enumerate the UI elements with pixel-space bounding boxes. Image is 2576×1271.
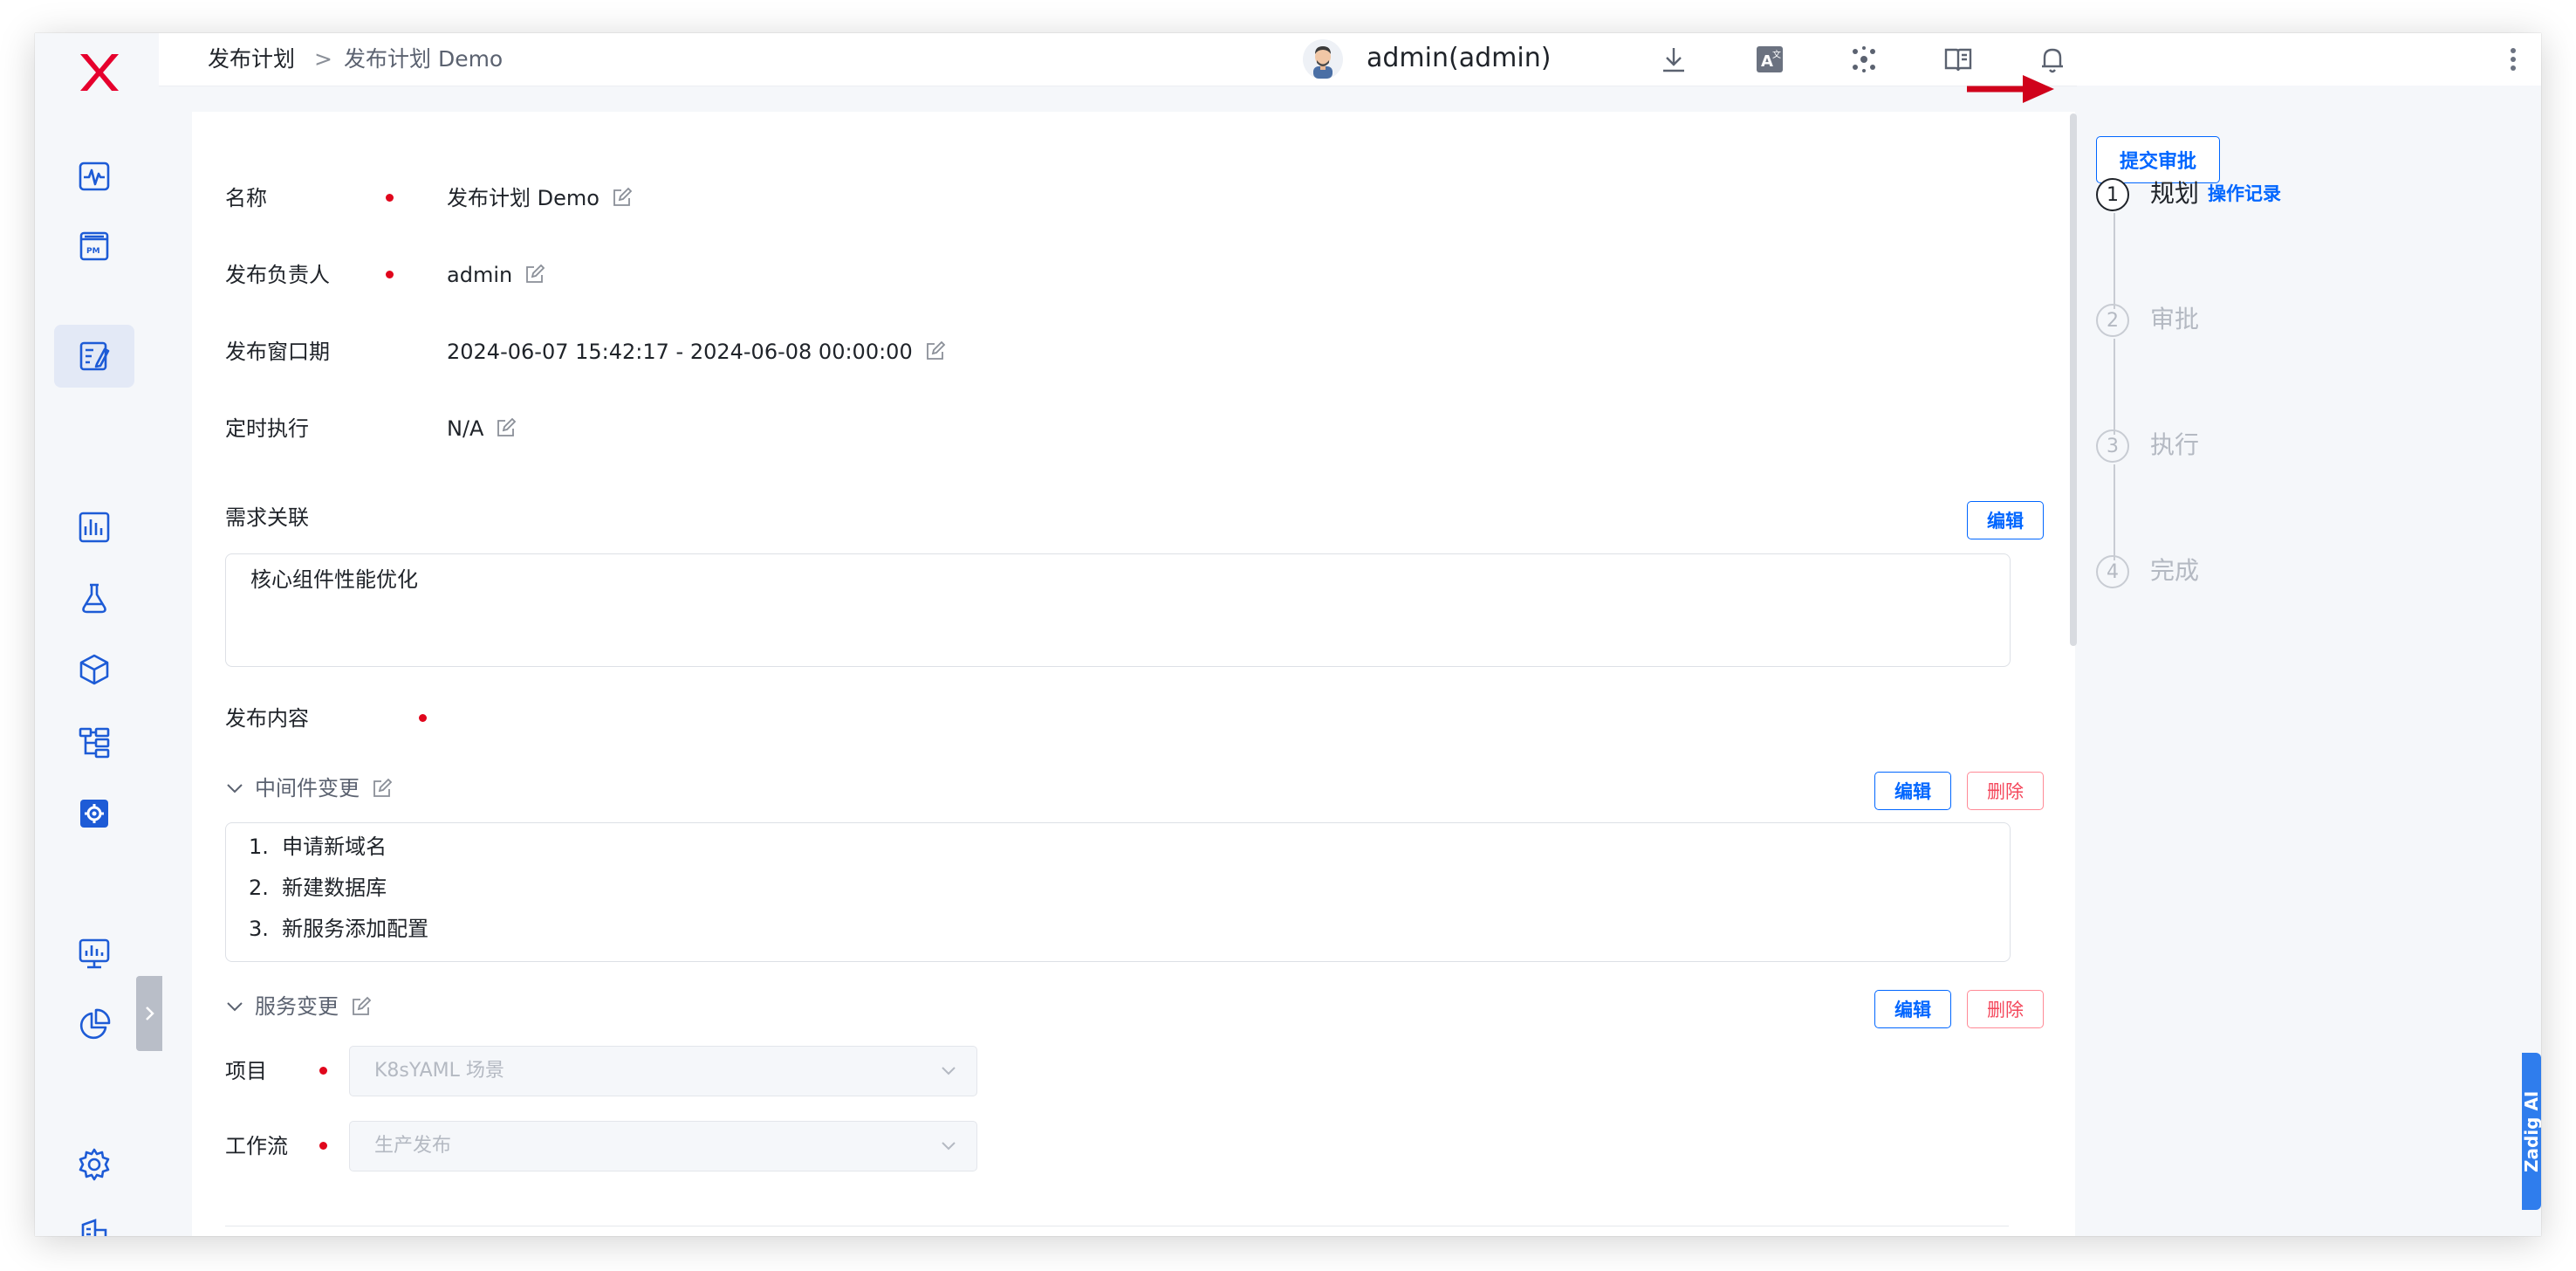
edit-icon[interactable] xyxy=(524,264,545,285)
svg-text:文: 文 xyxy=(1772,49,1781,60)
monitor-chart-icon[interactable] xyxy=(54,922,134,985)
breadcrumb-root[interactable]: 发布计划 xyxy=(208,43,295,76)
sidebar: PM xyxy=(35,33,162,1236)
step-2-label: 审批 xyxy=(2150,305,2200,333)
workflow-label: 工作流 xyxy=(225,1134,288,1158)
operation-log-link[interactable]: 操作记录 xyxy=(2208,176,2281,211)
chevron-right-icon xyxy=(146,1006,154,1020)
dashboard-icon[interactable] xyxy=(54,496,134,559)
edit-icon[interactable] xyxy=(351,996,372,1017)
annotation-arrow-icon xyxy=(1967,75,2054,103)
middleware-section-header[interactable]: 中间件变更 xyxy=(225,773,393,803)
release-content-label: 发布内容 xyxy=(225,706,309,731)
edit-icon[interactable] xyxy=(612,187,633,208)
user-name[interactable]: admin(admin) xyxy=(1367,41,1551,76)
release-plan-card: 名称 发布计划 Demo 发布负责人 admin 发布窗口期 2024-06-0… xyxy=(192,112,2075,1236)
list-item: 2. 新建数据库 xyxy=(249,876,387,900)
release-window-field[interactable]: 2024-06-07 15:42:17 - 2024-06-08 00:00:0… xyxy=(447,337,946,367)
middleware-edit-button[interactable]: 编辑 xyxy=(1874,772,1951,810)
chevron-down-icon xyxy=(942,1142,956,1151)
breadcrumb-current: 发布计划 Demo xyxy=(344,46,504,72)
required-marker xyxy=(319,1142,327,1150)
content-scrollbar[interactable] xyxy=(2070,113,2077,646)
service-delete-button[interactable]: 删除 xyxy=(1967,990,2044,1028)
svg-text:A: A xyxy=(1761,52,1773,71)
svg-text:PM: PM xyxy=(86,247,100,256)
list-item: 1. 申请新域名 xyxy=(249,835,387,859)
settings-gear-icon[interactable] xyxy=(54,1133,134,1196)
service-edit-button[interactable]: 编辑 xyxy=(1874,990,1951,1028)
environment-tree-icon[interactable] xyxy=(54,711,134,773)
step-1-label: 规划 xyxy=(2150,179,2200,208)
language-switch-icon[interactable]: A文 xyxy=(1750,40,1789,79)
edit-icon[interactable] xyxy=(372,778,393,799)
requirements-content: 核心组件性能优化 xyxy=(250,567,418,592)
chevron-down-icon xyxy=(942,1067,956,1075)
step-3-number: 3 xyxy=(2096,429,2129,463)
step-connector xyxy=(2114,464,2115,560)
pulse-monitor-icon[interactable] xyxy=(54,145,134,208)
step-4-label: 完成 xyxy=(2150,556,2200,585)
step-1-number: 1 xyxy=(2096,178,2129,211)
owner-label: 发布负责人 xyxy=(225,263,330,287)
more-menu-icon[interactable] xyxy=(2497,40,2529,79)
breadcrumb-separator: > xyxy=(314,46,332,72)
project-label: 项目 xyxy=(225,1059,267,1083)
requirements-label: 需求关联 xyxy=(225,505,309,530)
chevron-down-icon[interactable] xyxy=(225,779,244,798)
top-header: 发布计划 > 发布计划 Demo A文 admin(admin) xyxy=(159,33,2541,86)
required-marker xyxy=(319,1067,327,1075)
list-item: 3. 新服务添加配置 xyxy=(249,917,429,941)
scheduled-run-label: 定时执行 xyxy=(225,416,309,441)
release-plan-icon[interactable] xyxy=(54,325,134,388)
required-marker xyxy=(386,271,394,278)
download-icon[interactable] xyxy=(1655,40,1693,79)
name-label: 名称 xyxy=(225,186,267,210)
zadig-logo[interactable] xyxy=(75,49,124,96)
approval-panel: 提交审批 1 规划 操作记录 2 审批 3 执行 4 完成 xyxy=(2077,86,2541,1236)
system-settings-icon[interactable] xyxy=(54,782,134,845)
requirements-edit-button[interactable]: 编辑 xyxy=(1967,501,2044,539)
sidebar-collapse-handle[interactable] xyxy=(136,976,162,1051)
service-title: 服务变更 xyxy=(255,994,339,1019)
middleware-delete-button[interactable]: 删除 xyxy=(1967,772,2044,810)
zadig-ai-tab[interactable]: Zadig AI xyxy=(2521,1053,2541,1210)
owner-field[interactable]: admin xyxy=(447,260,545,290)
name-field[interactable]: 发布计划 Demo xyxy=(447,183,633,213)
project-management-icon[interactable]: PM xyxy=(54,215,134,278)
project-select[interactable]: K8sYAML 场景 xyxy=(349,1046,977,1096)
user-avatar[interactable] xyxy=(1302,38,1344,80)
artifact-box-icon[interactable] xyxy=(54,639,134,702)
requirements-box: 核心组件性能优化 xyxy=(225,553,2011,667)
service-section-header[interactable]: 服务变更 xyxy=(225,992,372,1021)
edit-icon[interactable] xyxy=(925,340,946,361)
edit-icon[interactable] xyxy=(496,417,517,438)
release-window-label: 发布窗口期 xyxy=(225,340,330,364)
required-marker xyxy=(386,194,394,202)
workflow-select[interactable]: 生产发布 xyxy=(349,1121,977,1171)
step-2-number: 2 xyxy=(2096,304,2129,337)
app-window: PM 发布计划 > 发布计划 Demo A 文 admin(admin) 名称 … xyxy=(35,33,2541,1236)
middleware-list-box: 1. 申请新域名 2. 新建数据库 3. 新服务添加配置 xyxy=(225,822,2011,962)
step-connector xyxy=(2114,339,2115,435)
step-4-number: 4 xyxy=(2096,555,2129,588)
middleware-title: 中间件变更 xyxy=(255,776,360,800)
scheduled-run-field[interactable]: N/A xyxy=(447,414,517,443)
required-marker xyxy=(419,714,427,722)
statistics-pie-icon[interactable] xyxy=(54,993,134,1056)
testing-flask-icon[interactable] xyxy=(54,567,134,630)
step-3-label: 执行 xyxy=(2150,430,2200,459)
plugin-nodes-icon[interactable] xyxy=(1845,40,1883,79)
chevron-down-icon[interactable] xyxy=(225,997,244,1016)
enterprise-building-icon[interactable] xyxy=(54,1203,134,1236)
step-connector xyxy=(2114,213,2115,309)
